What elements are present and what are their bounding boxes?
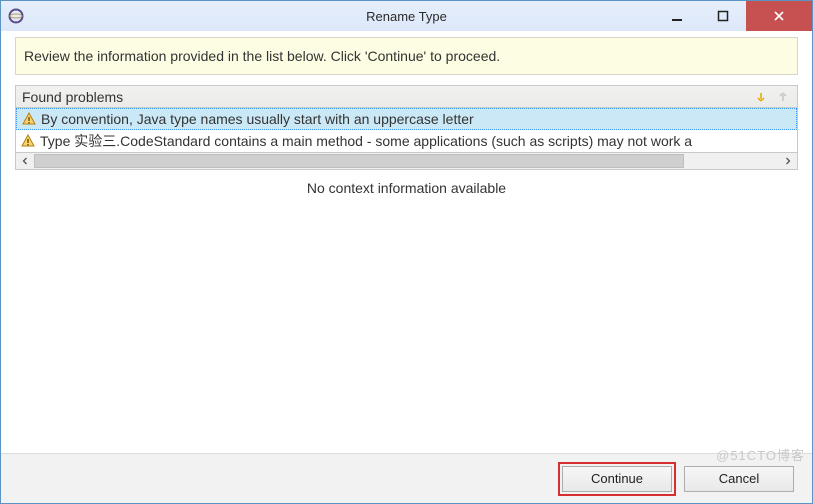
problem-text: By convention, Java type names usually s… [41,111,474,127]
dialog-window: Rename Type Review the information provi… [0,0,813,504]
continue-button[interactable]: Continue [562,466,672,492]
dialog-body: Review the information provided in the l… [1,31,812,503]
button-bar: Continue Cancel [1,453,812,503]
info-panel: Review the information provided in the l… [15,37,798,75]
problems-header: Found problems [15,85,798,107]
title-bar: Rename Type [1,1,812,31]
scroll-left-button[interactable] [16,153,34,169]
problem-row[interactable]: By convention, Java type names usually s… [16,108,797,130]
minimize-button[interactable] [654,1,700,31]
maximize-button[interactable] [700,1,746,31]
scroll-thumb[interactable] [34,154,684,168]
scroll-right-button[interactable] [779,153,797,169]
eclipse-icon [1,8,31,24]
close-button[interactable] [746,1,812,31]
problems-list[interactable]: By convention, Java type names usually s… [15,107,798,152]
problem-text: Type 实验三.CodeStandard contains a main me… [40,131,692,151]
prev-problem-button[interactable] [775,89,791,105]
warning-icon [21,111,37,127]
window-controls [654,1,812,31]
problem-row[interactable]: Type 实验三.CodeStandard contains a main me… [16,130,797,152]
warning-icon [20,133,36,149]
cancel-button[interactable]: Cancel [684,466,794,492]
info-text: Review the information provided in the l… [24,48,500,64]
horizontal-scrollbar[interactable] [15,152,798,170]
problems-header-label: Found problems [22,89,123,105]
context-info-message: No context information available [1,180,812,196]
next-problem-button[interactable] [753,89,769,105]
